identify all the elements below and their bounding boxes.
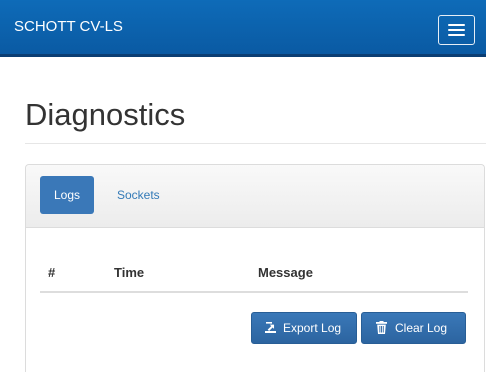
export-icon (265, 322, 276, 333)
clear-log-button[interactable]: Clear Log (361, 312, 466, 344)
diagnostics-panel: Logs Sockets # Time Message Export Log C… (25, 164, 485, 372)
panel-heading: Logs Sockets (26, 165, 484, 228)
column-header-message: Message (258, 265, 313, 280)
title-divider (25, 143, 486, 144)
trash-icon (376, 321, 387, 334)
menu-toggle-button[interactable] (438, 15, 475, 45)
tab-sockets[interactable]: Sockets (103, 176, 174, 214)
brand-title[interactable]: SCHOTT CV-LS (14, 18, 123, 36)
column-header-time: Time (114, 265, 145, 280)
export-log-label: Export Log (283, 321, 342, 335)
table-header-divider (40, 291, 468, 293)
tab-logs[interactable]: Logs (40, 176, 95, 214)
column-header-number: # (48, 265, 56, 280)
export-log-button[interactable]: Export Log (251, 312, 357, 344)
page-title: Diagnostics (25, 97, 186, 132)
clear-log-label: Clear Log (395, 321, 448, 335)
top-navbar: SCHOTT CV-LS (0, 0, 486, 57)
